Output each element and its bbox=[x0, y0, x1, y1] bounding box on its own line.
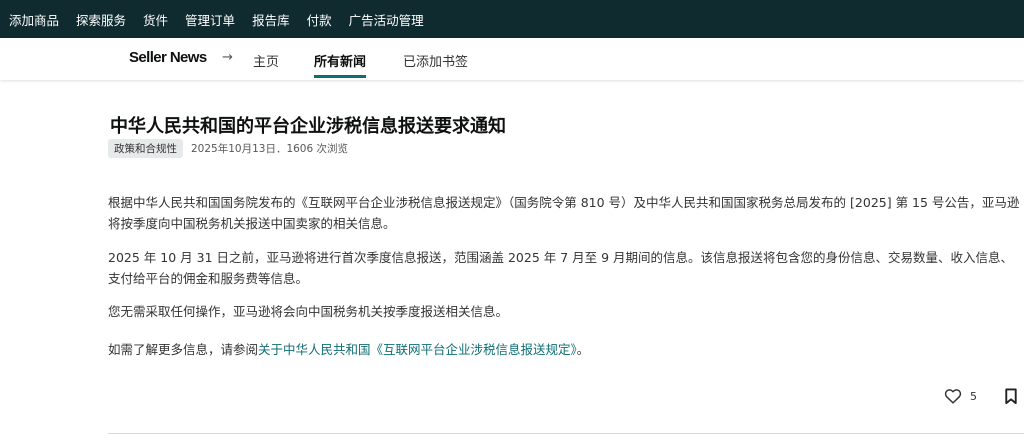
regulation-link[interactable]: 关于中华人民共和国《互联网平台企业涉税信息报送规定》 bbox=[258, 342, 577, 357]
nav-explore-services[interactable]: 探索服务 bbox=[76, 10, 126, 29]
tab-home[interactable]: 主页 bbox=[253, 51, 279, 70]
article-date-views: 2025年10月13日．1606 次浏览 bbox=[191, 143, 349, 155]
article-paragraph-1: 根据中华人民共和国国务院发布的《互联网平台企业涉税信息报送规定》（国务院令第 8… bbox=[108, 195, 1020, 231]
seller-news-logo[interactable]: Seller News bbox=[129, 49, 207, 66]
article-paragraph-2: 2025 年 10 月 31 日之前，亚马逊将进行首次季度信息报送，范围涵盖 2… bbox=[108, 250, 1014, 286]
nav-manage-orders[interactable]: 管理订单 bbox=[185, 10, 235, 29]
article-title: 中华人民共和国的平台企业涉税信息报送要求通知 bbox=[110, 116, 506, 137]
article-paragraph-4: 如需了解更多信息，请参阅关于中华人民共和国《互联网平台企业涉税信息报送规定》。 bbox=[108, 339, 1024, 360]
nav-shipments[interactable]: 货件 bbox=[143, 10, 168, 29]
nav-reports[interactable]: 报告库 bbox=[252, 10, 290, 29]
heart-icon[interactable] bbox=[944, 388, 962, 404]
more-info-suffix: 。 bbox=[576, 342, 590, 357]
tab-all-news[interactable]: 所有新闻 bbox=[314, 51, 367, 78]
bookmark-icon[interactable] bbox=[1004, 388, 1018, 405]
arrow-right-icon: → bbox=[222, 50, 233, 65]
more-info-prefix: 如需了解更多信息，请参阅 bbox=[108, 342, 259, 357]
nav-payments[interactable]: 付款 bbox=[307, 10, 332, 29]
article-paragraph-3: 您无需采取任何操作，亚马逊将会向中国税务机关按季度报送相关信息。 bbox=[108, 304, 509, 319]
article-actions: 5 bbox=[944, 388, 977, 404]
bottom-divider bbox=[108, 433, 1024, 434]
like-count: 5 bbox=[970, 389, 977, 403]
nav-add-products[interactable]: 添加商品 bbox=[9, 10, 59, 29]
nav-campaign-manager[interactable]: 广告活动管理 bbox=[349, 10, 424, 29]
tab-bookmarks[interactable]: 已添加书签 bbox=[403, 51, 468, 70]
category-badge[interactable]: 政策和合规性 bbox=[108, 139, 183, 158]
article-meta: 政策和合规性 2025年10月13日．1606 次浏览 bbox=[108, 139, 348, 158]
top-nav-bar: 添加商品 探索服务 货件 管理订单 报告库 付款 广告活动管理 bbox=[0, 0, 1024, 38]
seller-news-header: Seller News → 主页 所有新闻 已添加书签 bbox=[0, 38, 1024, 80]
